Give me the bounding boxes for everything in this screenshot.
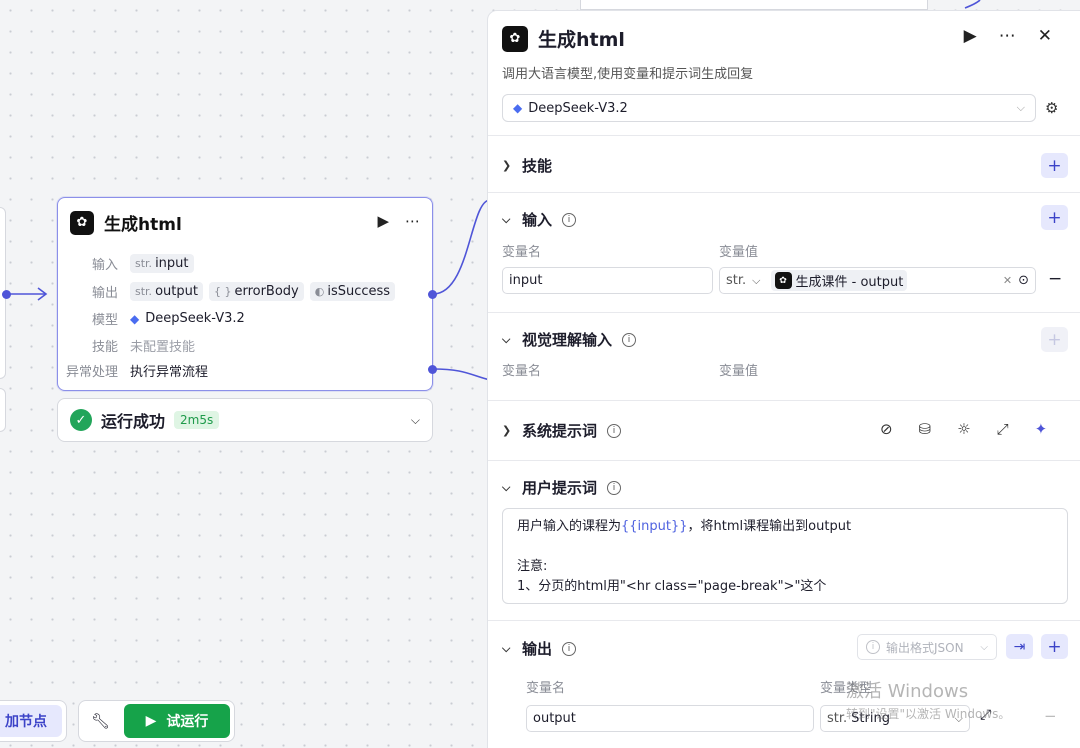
output-col-name: 变量名 [526, 681, 566, 696]
node-title: 生成html [104, 215, 182, 235]
close-icon[interactable]: ✕ [1038, 26, 1052, 46]
node-config-panel: ✿ 生成html ▶ ⋯ ✕ 调用大语言模型,使用变量和提示词生成回复 ◆ De… [487, 10, 1080, 748]
more-icon[interactable]: ⋯ [999, 26, 1016, 46]
toggle-icon: ◐ [314, 285, 325, 298]
node-skill-value: 未配置技能 [130, 340, 196, 355]
chevron-down-icon: ⌵ [502, 212, 511, 226]
chevron-down-icon: ⌵ [980, 641, 988, 653]
chevron-down-icon: ⌵ [502, 332, 511, 346]
node-issuccess-tag: ◐ isSuccess [309, 282, 396, 301]
expand-icon[interactable]: ⤢ [997, 420, 1009, 438]
section-output[interactable]: ⌵ 输出 i [502, 638, 577, 659]
llm-logo-icon: ✿ [502, 25, 528, 52]
vision-col-var-name: 变量名 [502, 364, 542, 379]
node-input-label: 输入 [91, 258, 118, 273]
node-model-value: DeepSeek-V3.2 [145, 311, 245, 326]
node-logo-icon: ✿ [774, 272, 792, 289]
play-icon[interactable]: ▶ [377, 212, 389, 230]
node-errorbody-tag: { } errorBody [208, 282, 304, 301]
run-duration-badge: 2m5s [174, 411, 220, 429]
section-system-prompt[interactable]: ❯ 系统提示词 i [502, 420, 622, 441]
col-var-name: 变量名 [502, 245, 542, 260]
chevron-down-icon: ⌵ [502, 641, 511, 655]
model-select[interactable]: ◆ DeepSeek-V3.2 ⌵ [502, 94, 1036, 122]
input-ref-chip: ✿ 生成课件 - output [770, 270, 908, 291]
previous-node-status[interactable] [0, 388, 6, 432]
deepseek-icon: ◆ [130, 311, 140, 326]
import-icon[interactable]: ⇥ [1006, 634, 1033, 659]
col-var-value: 变量值 [719, 245, 759, 260]
section-input[interactable]: ⌵ 输入 i [502, 209, 577, 230]
bulb-icon[interactable]: ☼ [957, 420, 970, 438]
chevron-down-icon: ⌵ [502, 480, 511, 494]
node-exception-value: 执行异常流程 [130, 365, 209, 380]
node-input-tag: str. input [130, 254, 194, 273]
chevron-right-icon: ❯ [502, 159, 512, 172]
chevron-down-icon[interactable]: ⌵ [411, 413, 420, 428]
run-status-bar[interactable]: ✓ 运行成功 2m5s ⌵ [57, 398, 433, 442]
info-icon: i [866, 640, 880, 654]
chevron-down-icon: ⌵ [752, 273, 761, 287]
wrench-icon[interactable]: 🔧︎ [91, 712, 110, 730]
user-prompt-editor[interactable]: 用户输入的课程为{{input}}，将html课程输出到output 注意: 1… [502, 508, 1068, 604]
remove-output-button[interactable]: − [1044, 707, 1057, 725]
info-icon: i [607, 423, 622, 438]
add-node-button[interactable]: 加节点 [0, 705, 62, 737]
section-vision-input[interactable]: ⌵ 视觉理解输入 i [502, 329, 637, 350]
windows-activation-watermark: 激活 Windows 转到"设置"以激活 Windows。 [846, 681, 1011, 721]
port-out-exception[interactable] [428, 365, 437, 374]
play-icon: ▶ [145, 713, 157, 729]
output-format-select[interactable]: i 输出格式JSON ⌵ [857, 634, 997, 660]
llm-node-card[interactable]: ✿ 生成html ▶ ⋯ 输入 str. input 输出 str. output … [57, 197, 433, 391]
deepseek-icon: ◆ [513, 101, 523, 115]
section-skills[interactable]: ❯ 技能 [502, 155, 552, 176]
input-var-name-field[interactable]: input [502, 267, 713, 294]
llm-logo-icon: ✿ [70, 210, 94, 235]
port-out-success[interactable] [428, 290, 437, 299]
info-icon: i [562, 641, 577, 656]
output-var-name-field[interactable]: output [526, 705, 814, 732]
info-icon: i [562, 212, 577, 227]
add-node-toolbar: 加节点 [0, 700, 67, 742]
add-skill-button[interactable]: + [1041, 153, 1068, 178]
run-status-text: 运行成功 [101, 412, 166, 431]
remove-input-button[interactable]: − [1048, 269, 1062, 289]
check-circle-icon: ✓ [70, 409, 92, 431]
play-icon[interactable]: ▶ [964, 26, 977, 46]
compass-icon[interactable]: ⊘ [880, 420, 893, 438]
gear-icon[interactable]: ⚙ [1045, 99, 1058, 117]
template-icon[interactable]: ⛁ [919, 420, 932, 438]
add-output-button[interactable]: + [1041, 634, 1068, 659]
node-output-tag: str. output [130, 282, 203, 301]
panel-title: 生成html [538, 29, 625, 51]
node-exception-label: 异常处理 [65, 365, 118, 380]
prompt-variable: {{input}} [621, 519, 688, 534]
node-model-label: 模型 [91, 313, 118, 328]
info-icon: i [622, 332, 637, 347]
section-user-prompt[interactable]: ⌵ 用户提示词 i [502, 477, 622, 498]
node-output-label: 输出 [91, 286, 118, 301]
chevron-down-icon: ⌵ [1016, 101, 1025, 114]
test-run-button[interactable]: ▶ 试运行 [124, 704, 230, 738]
add-input-button[interactable]: + [1041, 205, 1068, 230]
target-icon[interactable]: ⊙ [1018, 273, 1029, 288]
run-toolbar: 🔧︎ ▶ 试运行 [78, 700, 235, 742]
vision-col-var-value: 变量值 [719, 364, 759, 379]
port-out-previous[interactable] [2, 290, 11, 299]
chevron-right-icon: ❯ [502, 424, 512, 437]
node-skill-label: 技能 [91, 340, 118, 355]
panel-description: 调用大语言模型,使用变量和提示词生成回复 [502, 67, 754, 82]
more-icon[interactable]: ⋯ [405, 212, 420, 230]
clear-icon[interactable]: ✕ [1003, 274, 1012, 287]
input-var-value-field[interactable]: str. ⌵ ✿ 生成课件 - output ✕ ⊙ [719, 267, 1036, 294]
ai-sparkle-icon[interactable]: ✦ [1035, 420, 1048, 438]
info-icon: i [607, 480, 622, 495]
add-vision-input-button[interactable]: + [1041, 327, 1068, 352]
